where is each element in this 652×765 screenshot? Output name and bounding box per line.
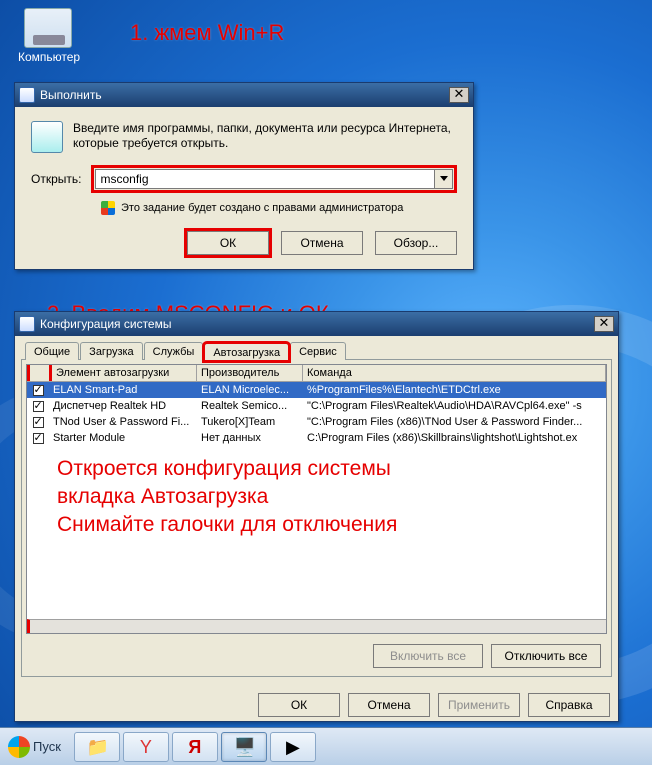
computer-label: Компьютер xyxy=(18,50,78,64)
msconfig-title: Конфигурация системы xyxy=(40,317,594,331)
msconfig-window: Конфигурация системы ✕ Общие Загрузка Сл… xyxy=(14,311,619,722)
run-titlebar[interactable]: Выполнить ✕ xyxy=(15,83,473,107)
row-cmd: C:\Program Files (x86)\Skillbrains\light… xyxy=(303,431,606,445)
row-checkbox[interactable] xyxy=(27,432,49,445)
row-cmd: "C:\Program Files (x86)\TNod User & Pass… xyxy=(303,415,606,429)
table-row[interactable]: Starter Module Нет данных C:\Program Fil… xyxy=(27,430,606,446)
computer-icon xyxy=(24,8,72,48)
run-hint: Введите имя программы, папки, документа … xyxy=(73,121,457,151)
table-row[interactable]: Диспетчер Realtek HD Realtek Semico... "… xyxy=(27,398,606,414)
browse-button[interactable]: Обзор... xyxy=(375,231,457,255)
row-checkbox[interactable] xyxy=(27,400,49,413)
taskbar-run[interactable]: ▶ xyxy=(270,732,316,762)
row-name: TNod User & Password Fi... xyxy=(49,415,197,429)
row-cmd: %ProgramFiles%\Elantech\ETDCtrl.exe xyxy=(303,383,606,397)
ok-button[interactable]: ОК xyxy=(187,231,269,255)
enable-all-button[interactable]: Включить все xyxy=(373,644,483,668)
taskbar-msconfig[interactable]: 🖥️ xyxy=(221,732,267,762)
row-checkbox[interactable] xyxy=(27,384,49,397)
table-row[interactable]: ELAN Smart-Pad ELAN Microelec... %Progra… xyxy=(27,382,606,398)
col-checkbox[interactable] xyxy=(27,365,49,381)
monitor-icon: 🖥️ xyxy=(234,737,254,757)
taskbar-yandex-search[interactable]: Я xyxy=(172,732,218,762)
horizontal-scrollbar[interactable] xyxy=(27,619,606,633)
taskbar-explorer[interactable]: 📁 xyxy=(74,732,120,762)
tab-boot[interactable]: Загрузка xyxy=(80,342,142,360)
taskbar-yandex-browser[interactable]: Y xyxy=(123,732,169,762)
folder-icon: 📁 xyxy=(87,737,107,757)
yandex-y-icon: Y xyxy=(136,737,156,757)
run-icon xyxy=(31,121,63,153)
ok-button[interactable]: ОК xyxy=(258,693,340,717)
msconfig-titlebar[interactable]: Конфигурация системы ✕ xyxy=(15,312,618,336)
help-button[interactable]: Справка xyxy=(528,693,610,717)
run-dialog: Выполнить ✕ Введите имя программы, папки… xyxy=(14,82,474,270)
start-label: Пуск xyxy=(33,739,61,754)
cancel-button[interactable]: Отмена xyxy=(281,231,363,255)
col-mfr[interactable]: Производитель xyxy=(197,365,303,381)
row-mfr: Tukero[X]Team xyxy=(197,415,303,429)
tab-services[interactable]: Службы xyxy=(144,342,204,360)
annotation-step1: 1. жмем Win+R xyxy=(130,20,284,46)
taskbar: Пуск 📁 Y Я 🖥️ ▶ xyxy=(0,727,652,765)
tab-strip: Общие Загрузка Службы Автозагрузка Серви… xyxy=(21,342,612,360)
row-name: Starter Module xyxy=(49,431,197,445)
run-title: Выполнить xyxy=(40,88,449,102)
desktop-icon-computer[interactable]: Компьютер xyxy=(18,8,78,64)
row-name: Диспетчер Realtek HD xyxy=(49,399,197,413)
row-name: ELAN Smart-Pad xyxy=(49,383,197,397)
col-item[interactable]: Элемент автозагрузки xyxy=(49,365,197,381)
open-label: Открыть: xyxy=(31,172,81,186)
open-combobox[interactable] xyxy=(91,165,457,193)
start-button[interactable]: Пуск xyxy=(4,732,71,762)
list-header: Элемент автозагрузки Производитель Коман… xyxy=(27,365,606,382)
col-cmd[interactable]: Команда xyxy=(303,365,606,381)
row-cmd: "C:\Program Files\Realtek\Audio\HDA\RAVC… xyxy=(303,399,606,413)
disable-all-button[interactable]: Отключить все xyxy=(491,644,601,668)
open-input[interactable] xyxy=(95,169,435,189)
row-checkbox[interactable] xyxy=(27,416,49,429)
uac-shield-icon xyxy=(101,201,115,215)
startup-list[interactable]: Элемент автозагрузки Производитель Коман… xyxy=(26,364,607,634)
tab-panel-startup: Элемент автозагрузки Производитель Коман… xyxy=(21,359,612,677)
cancel-button[interactable]: Отмена xyxy=(348,693,430,717)
windows-orb-icon xyxy=(8,736,30,758)
uac-note: Это задание будет создано с правами адми… xyxy=(121,202,403,214)
run-titlebar-icon xyxy=(19,87,35,103)
table-row[interactable]: TNod User & Password Fi... Tukero[X]Team… xyxy=(27,414,606,430)
tab-startup[interactable]: Автозагрузка xyxy=(204,343,289,361)
chevron-down-icon[interactable] xyxy=(435,169,453,189)
close-icon[interactable]: ✕ xyxy=(594,316,614,332)
apply-button[interactable]: Применить xyxy=(438,693,520,717)
close-icon[interactable]: ✕ xyxy=(449,87,469,103)
tab-tools[interactable]: Сервис xyxy=(290,342,346,360)
row-mfr: Realtek Semico... xyxy=(197,399,303,413)
ya-icon: Я xyxy=(185,737,205,757)
tab-general[interactable]: Общие xyxy=(25,342,79,360)
annotation-msconfig: Откроется конфигурация системывкладка Ав… xyxy=(57,455,586,539)
run-icon: ▶ xyxy=(283,737,303,757)
msconfig-titlebar-icon xyxy=(19,316,35,332)
row-mfr: Нет данных xyxy=(197,431,303,445)
row-mfr: ELAN Microelec... xyxy=(197,383,303,397)
